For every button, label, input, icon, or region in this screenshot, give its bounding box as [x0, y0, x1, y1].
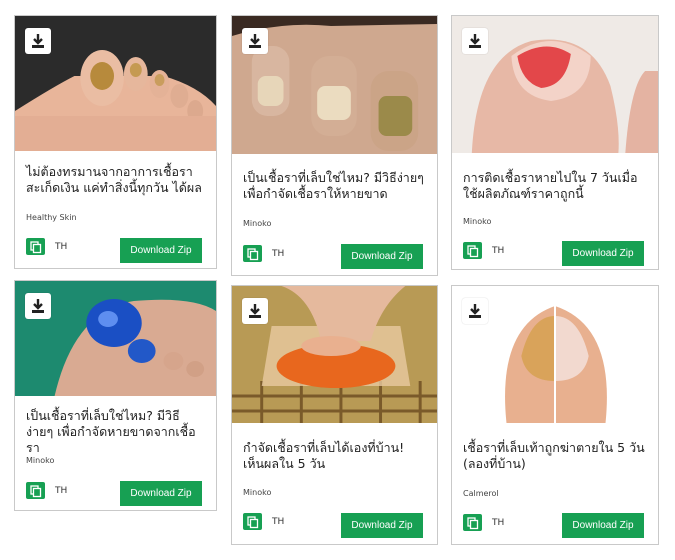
copy-icon[interactable] — [26, 482, 45, 499]
download-icon[interactable] — [242, 298, 268, 324]
download-icon[interactable] — [242, 28, 268, 54]
language-label: TH — [55, 486, 68, 496]
card-source: Minoko — [243, 219, 272, 228]
language-label: TH — [272, 249, 285, 259]
download-icon[interactable] — [462, 298, 488, 324]
download-zip-button[interactable]: Download Zip — [562, 513, 644, 538]
ad-card[interactable]: กำจัดเชื้อราที่เล็บได้เองที่บ้าน! เห็นผล… — [231, 285, 438, 545]
copy-icon[interactable] — [243, 245, 262, 262]
card-title[interactable]: เชื้อราที่เล็บเท้าถูกฆ่าตายใน 5 วัน (ลอง… — [463, 440, 648, 472]
ad-card[interactable]: เป็นเชื้อราที่เล็บใช่ไหม? มีวิธีง่ายๆ เพ… — [231, 15, 438, 276]
card-source: Healthy Skin — [26, 213, 77, 222]
card-title[interactable]: เป็นเชื้อราที่เล็บใช่ไหม? มีวิธีง่ายๆ เพ… — [243, 170, 427, 202]
card-title[interactable]: กำจัดเชื้อราที่เล็บได้เองที่บ้าน! เห็นผล… — [243, 440, 427, 472]
ad-card[interactable]: ไม่ต้องทรมานจากอาการเชื้อรา สะเก็ดเงิน แ… — [14, 15, 217, 269]
copy-icon[interactable] — [463, 242, 482, 259]
ad-card[interactable]: การติดเชื้อราหายไปใน 7 วันเมื่อ ใช้ผลิตภ… — [451, 15, 659, 270]
card-title[interactable]: เป็นเชื้อราที่เล็บใช่ไหม? มีวิธีง่ายๆ เพ… — [26, 408, 206, 456]
download-icon[interactable] — [25, 28, 51, 54]
copy-icon[interactable] — [26, 238, 45, 255]
copy-icon[interactable] — [243, 513, 262, 530]
language-label: TH — [272, 517, 285, 527]
card-source: Minoko — [26, 456, 55, 465]
language-label: TH — [492, 518, 505, 528]
download-zip-button[interactable]: Download Zip — [120, 481, 202, 506]
copy-icon[interactable] — [463, 514, 482, 531]
download-zip-button[interactable]: Download Zip — [120, 238, 202, 263]
download-icon[interactable] — [462, 28, 488, 54]
card-source: Minoko — [463, 217, 492, 226]
ad-card[interactable]: เชื้อราที่เล็บเท้าถูกฆ่าตายใน 5 วัน (ลอง… — [451, 285, 659, 545]
download-icon[interactable] — [25, 293, 51, 319]
card-source: Calmerol — [463, 489, 499, 498]
card-title[interactable]: ไม่ต้องทรมานจากอาการเชื้อรา สะเก็ดเงิน แ… — [26, 164, 206, 196]
card-source: Minoko — [243, 488, 272, 497]
language-label: TH — [55, 242, 68, 252]
download-zip-button[interactable]: Download Zip — [341, 513, 423, 538]
download-zip-button[interactable]: Download Zip — [562, 241, 644, 266]
ad-card[interactable]: เป็นเชื้อราที่เล็บใช่ไหม? มีวิธีง่ายๆ เพ… — [14, 280, 217, 511]
language-label: TH — [492, 246, 505, 256]
card-title[interactable]: การติดเชื้อราหายไปใน 7 วันเมื่อ ใช้ผลิตภ… — [463, 170, 648, 202]
download-zip-button[interactable]: Download Zip — [341, 244, 423, 269]
